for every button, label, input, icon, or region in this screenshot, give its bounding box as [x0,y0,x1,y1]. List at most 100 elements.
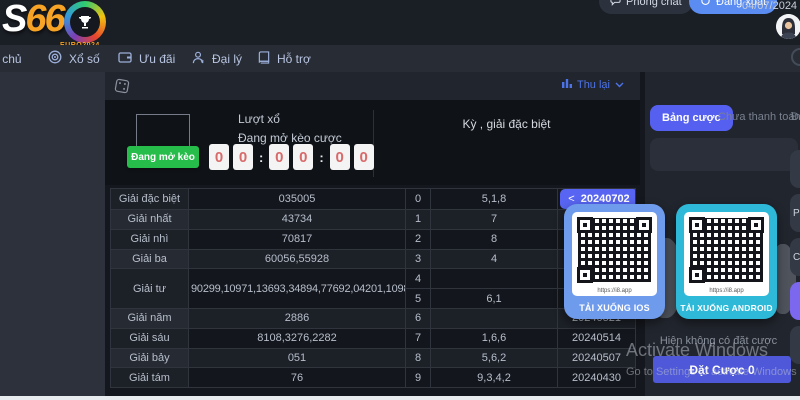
book-icon [258,51,270,67]
download-android-card[interactable]: https://i8.app TẢI XUỐNG ANDROID [676,204,777,319]
digit-value-cell: 7 [431,210,558,230]
chat-icon [610,0,621,9]
topbar: S666 EURO2024 Phòng chat Đăng xuất 04/07… [0,0,800,45]
left-gutter [0,72,105,396]
draw-date-cell[interactable]: 20240507 [558,348,636,368]
chat-button[interactable]: Phòng chat [599,0,693,14]
wallet-icon [118,51,132,66]
chart-icon [562,78,572,91]
qr-code-ios: https://i8.app [572,212,657,296]
timer-digit: 0 [354,144,374,170]
prize-label-cell: Giải bảy [111,348,189,368]
draw-date-cell[interactable]: 20240430 [558,368,636,388]
open-status-chip: Đang mở kèo [127,146,199,168]
digit-index-cell: 0 [406,189,431,210]
tab-unpaid[interactable]: Chưa thanh toán [718,111,800,123]
prize-numbers-cell: 2886 [189,308,406,328]
nav-item-promotions[interactable]: Ưu đãi [118,45,175,72]
current-date: 04/07/2024 [742,0,797,12]
draw-date-cell[interactable]: 20240514 [558,328,636,348]
digit-value-cell [431,269,558,289]
digit-index-cell: 4 [406,269,431,289]
nav-item-agent[interactable]: Đại lý [192,45,242,72]
target-icon [48,50,62,67]
round-label: Lượt xổ [238,112,280,126]
prize-label-cell: Giải nhì [111,229,189,249]
digit-index-cell: 2 [406,229,431,249]
digit-index-cell: 3 [406,249,431,269]
digit-index-cell: 6 [406,308,431,328]
nav-item-home[interactable]: Trang chủ [0,45,22,72]
prize-numbers-cell: 90299,10971,13693,34894,77692,04201,1098… [189,269,406,309]
timer-digit: 0 [293,144,313,170]
dice-icon [113,77,131,100]
timer-colon: : [319,150,323,165]
user-avatar[interactable] [776,14,800,39]
timer-digit: 0 [233,144,253,170]
countdown-timer: 0 0 : 0 0 : 0 0 [209,144,374,170]
place-bet-button[interactable]: Đặt Cược 0 [653,356,791,383]
chevron-down-icon [615,79,624,91]
prize-numbers-cell: 051 [189,348,406,368]
digit-value-cell: 5,1,8 [431,189,558,210]
power-icon [700,0,711,9]
nav-label: Trang chủ [0,52,22,66]
prize-numbers-cell: 8108,3276,2282 [189,328,406,348]
qr-code-android: https://i8.app [684,212,769,296]
empty-bets-text: Hiện không có đặt cược [645,335,792,347]
results-table-wrap: Giải đặc biệt 035005 0 5,1,8 <20240702 G… [110,188,636,396]
nav-item-support[interactable]: Hỗ trợ [258,45,311,72]
floating-button[interactable]: P [790,194,800,232]
timer-digit: 0 [209,144,229,170]
digit-value-cell [431,308,558,328]
agent-icon [192,51,205,67]
digit-index-cell: 9 [406,368,431,388]
nav-label: Đại lý [212,52,242,66]
digit-value-cell: 6,1 [431,289,558,309]
download-ios-card[interactable]: https://i8.app TẢI XUỐNG IOS [564,204,665,319]
qr-url-text: https://i8.app [684,288,769,294]
prize-label-cell: Giải nhất [111,210,189,230]
digit-index-cell: 5 [406,289,431,309]
collapse-label: Thu lại [577,79,610,91]
timer-digit: 0 [269,144,289,170]
prize-numbers-cell: 035005 [189,189,406,210]
nav-item-lottery[interactable]: Xổ số [48,45,100,72]
prize-label-cell: Giải tám [111,368,189,388]
timer-colon: : [259,150,263,165]
digit-index-cell: 7 [406,328,431,348]
chat-button-label: Phòng chat [626,0,682,8]
digit-value-cell: 5,6,2 [431,348,558,368]
draw-panel: Lượt xổ Đang mở kèo cược Đang mở kèo 0 0… [105,100,640,185]
content-header: Thu lại [105,72,640,100]
tab-paid-cut[interactable]: Đã [791,111,800,123]
digit-index-cell: 8 [406,348,431,368]
round-status: Đang mở kèo cược [238,131,342,145]
prize-label-cell: Giải đặc biệt [111,189,189,210]
prize-label-cell: Giải tư [111,269,189,309]
floating-button[interactable]: C [790,238,800,276]
prize-label-cell: Giải năm [111,308,189,328]
collapse-toggle[interactable]: Thu lại [562,78,624,91]
nav-label: Xổ số [69,52,100,66]
nav-label: Ưu đãi [139,52,175,66]
prize-label-cell: Giải ba [111,249,189,269]
download-android-label: TẢI XUỐNG ANDROID [676,303,777,313]
prize-numbers-cell: 43734 [189,210,406,230]
bottom-strip [0,396,800,400]
euro-trophy-icon [64,1,106,43]
period-header: Kỳ , giải đặc biệt [373,117,640,131]
main-nav: Trang chủ Xổ số Ưu đãi Đại lý Hỗ trợ [0,45,800,72]
timer-digit: 0 [330,144,350,170]
floating-button[interactable] [790,150,800,188]
download-ios-label: TẢI XUỐNG IOS [564,303,665,313]
prize-numbers-cell: 60056,55928 [189,249,406,269]
digit-value-cell: 8 [431,229,558,249]
floating-button-purple[interactable] [790,282,800,320]
prize-numbers-cell: 76 [189,368,406,388]
bet-filter-panel [650,138,798,171]
digit-index-cell: 1 [406,210,431,230]
floating-button[interactable] [790,326,800,364]
nav-label: Hỗ trợ [277,52,311,66]
digit-value-cell: 1,6,6 [431,328,558,348]
